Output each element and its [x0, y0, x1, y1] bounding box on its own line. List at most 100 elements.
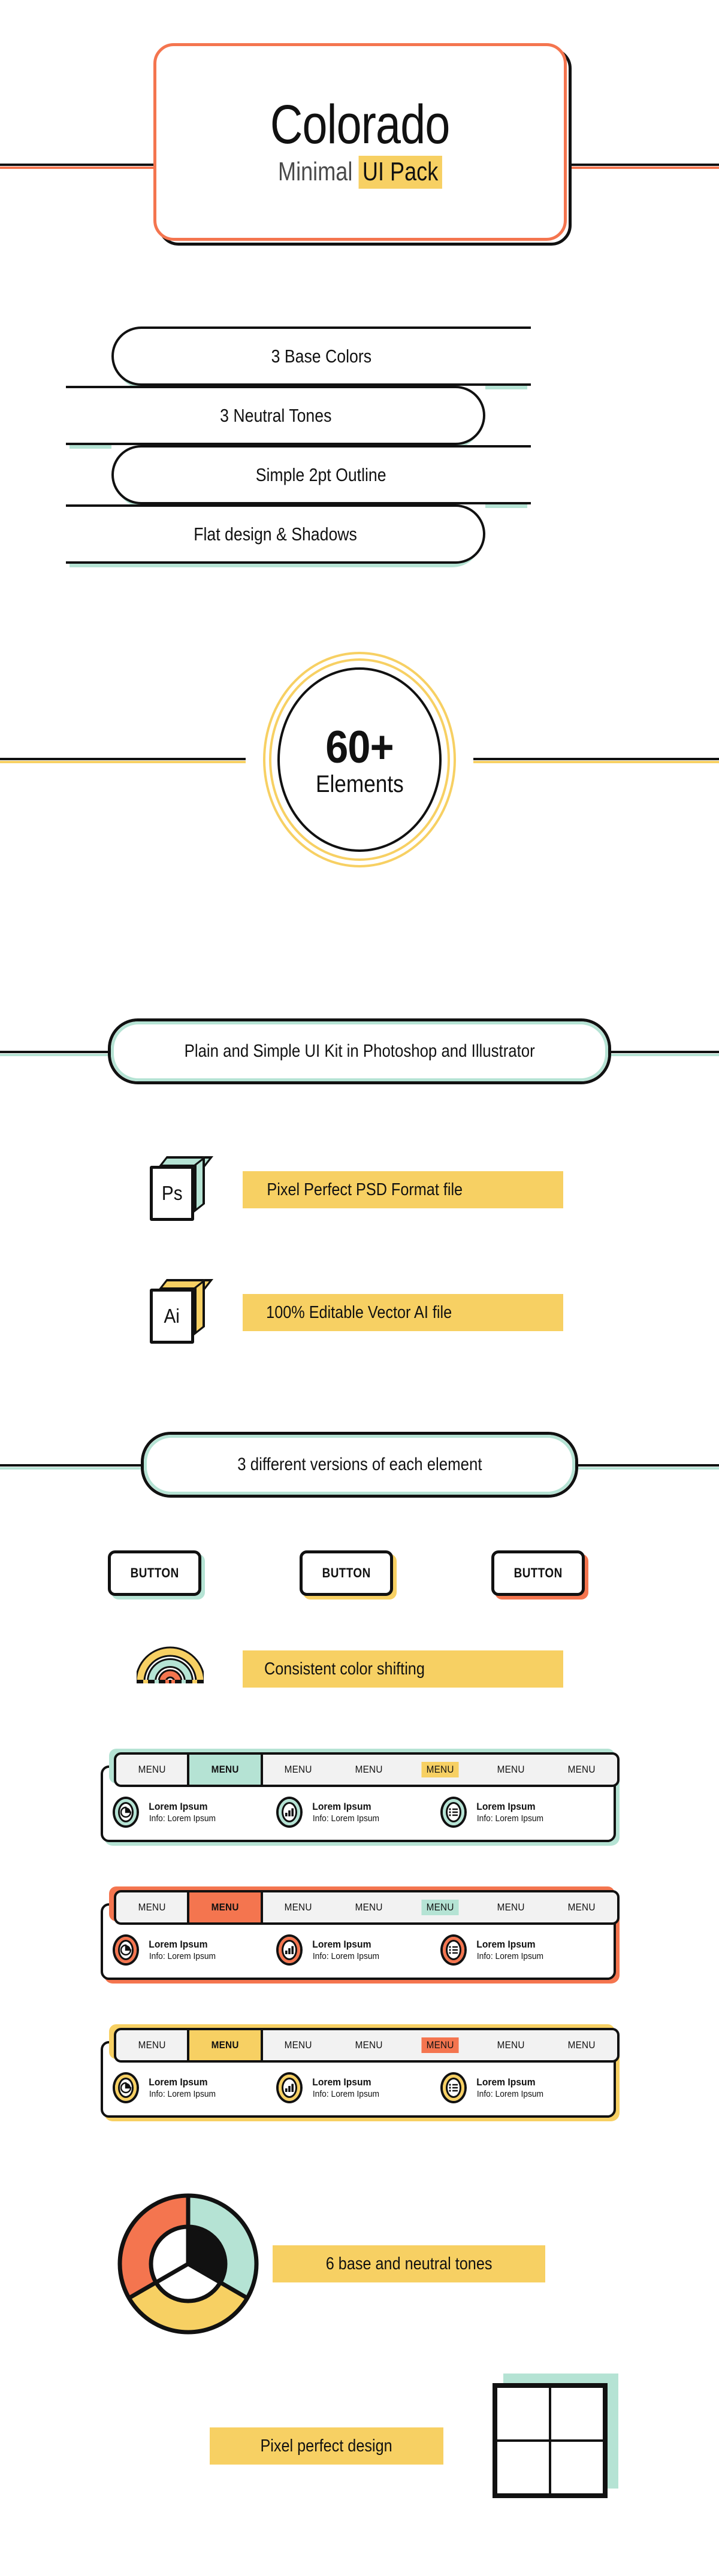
color-shift-label: Consistent color shifting — [243, 1650, 563, 1688]
nav-tab-active[interactable]: MENU — [187, 2030, 263, 2060]
nav-feature-item: Lorem Ipsum Info: Lorem Ipsum — [113, 1797, 276, 1828]
nav-feature-list: Lorem Ipsum Info: Lorem Ipsum Lorem Ipsum… — [113, 1797, 604, 1828]
nav-tab-active[interactable]: MENU — [187, 1755, 263, 1785]
hero-card: Colorado Minimal UI Pack — [153, 43, 572, 246]
tab-bar: MENU MENU MENU MENU MENU MENU MENU — [114, 1752, 620, 1787]
nav-item-title: Lorem Ipsum — [149, 1800, 208, 1812]
nav-feature-item: Lorem Ipsum Info: Lorem Ipsum — [276, 2072, 440, 2103]
kit-rule-right — [605, 1051, 719, 1056]
nav-tab[interactable]: MENU — [116, 2030, 187, 2060]
feature-pill-list: 3 Base Colors 3 Neutral Tones Simple 2pt… — [0, 326, 719, 567]
feature-pill: Simple 2pt Outline — [111, 445, 531, 508]
page-title: Colorado — [270, 94, 450, 156]
nav-tab-highlight[interactable]: MENU — [404, 1892, 475, 1922]
pie-chart-icon — [113, 2072, 139, 2103]
list-icon — [440, 1797, 467, 1828]
hero-subtitle: Minimal UI Pack — [278, 155, 442, 189]
donut-label: 6 base and neutral tones — [273, 2245, 545, 2282]
illustrator-abbr: Ai — [164, 1305, 180, 1327]
navbar-mockup-orange: MENU MENU MENU MENU MENU MENU MENU Lorem… — [101, 1886, 620, 1984]
nav-item-info: Info: Lorem Ipsum — [476, 2088, 543, 2099]
demo-button-orange[interactable]: BUTTON — [491, 1550, 588, 1600]
nav-item-title: Lorem Ipsum — [476, 1800, 536, 1812]
nav-item-info: Info: Lorem Ipsum — [476, 1813, 543, 1824]
navbar-mockup-yellow: MENU MENU MENU MENU MENU MENU MENU Lorem… — [101, 2024, 620, 2121]
illustrator-icon: Ai — [150, 1278, 214, 1344]
nav-item-title: Lorem Ipsum — [476, 1938, 536, 1950]
button-label: BUTTON — [130, 1565, 179, 1580]
tab-bar: MENU MENU MENU MENU MENU MENU MENU — [114, 2028, 620, 2063]
nav-tab[interactable]: MENU — [334, 2030, 404, 2060]
nav-item-title: Lorem Ipsum — [476, 2076, 536, 2088]
nav-tab-highlight[interactable]: MENU — [404, 2030, 475, 2060]
nav-tab[interactable]: MENU — [116, 1892, 187, 1922]
feature-pill-label: Flat design & Shadows — [194, 523, 358, 545]
photoshop-icon: Ps — [150, 1156, 214, 1221]
nav-tab[interactable]: MENU — [546, 2030, 617, 2060]
nav-tab-active[interactable]: MENU — [187, 1892, 263, 1922]
kit-pill: Plain and Simple UI Kit in Photoshop and… — [108, 1018, 611, 1084]
grid-cell — [549, 2440, 605, 2495]
nav-tab[interactable]: MENU — [334, 1755, 404, 1785]
nav-item-info: Info: Lorem Ipsum — [149, 2088, 216, 2099]
grid-cell — [496, 2386, 551, 2441]
feature-pill: 3 Neutral Tones — [66, 386, 485, 449]
psd-format-label: Pixel Perfect PSD Format file — [243, 1171, 563, 1208]
nav-feature-list: Lorem Ipsum Info: Lorem Ipsum Lorem Ipsum… — [113, 2072, 604, 2103]
rainbow-icon — [135, 1644, 206, 1683]
pixel-grid — [493, 2383, 608, 2498]
nav-feature-item: Lorem Ipsum Info: Lorem Ipsum — [113, 1934, 276, 1966]
nav-tab[interactable]: MENU — [116, 1755, 187, 1785]
nav-tab[interactable]: MENU — [263, 1755, 334, 1785]
pie-chart-icon — [113, 1797, 139, 1828]
feature-pill-label: Simple 2pt Outline — [256, 464, 386, 485]
nav-item-info: Info: Lorem Ipsum — [313, 2088, 380, 2099]
nav-tab[interactable]: MENU — [263, 2030, 334, 2060]
feature-pill: Flat design & Shadows — [66, 504, 485, 567]
list-icon — [440, 2072, 467, 2103]
nav-feature-item: Lorem Ipsum Info: Lorem Ipsum — [440, 1934, 604, 1966]
nav-tab[interactable]: MENU — [475, 1892, 546, 1922]
feature-pill: 3 Base Colors — [111, 326, 531, 389]
donut-chart — [114, 2190, 262, 2338]
nav-tab[interactable]: MENU — [546, 1755, 617, 1785]
elements-count-badge: 60+ Elements — [263, 652, 456, 867]
badge-rule-left — [0, 758, 246, 763]
nav-item-title: Lorem Ipsum — [312, 1938, 371, 1950]
nav-tab[interactable]: MENU — [263, 1892, 334, 1922]
demo-button-mint[interactable]: BUTTON — [108, 1550, 205, 1600]
nav-tab[interactable]: MENU — [475, 2030, 546, 2060]
list-icon — [440, 1934, 467, 1966]
versions-pill-section: 3 different versions of each element — [0, 1432, 719, 1504]
kit-pill-section: Plain and Simple UI Kit in Photoshop and… — [0, 1018, 719, 1090]
nav-tab[interactable]: MENU — [475, 1755, 546, 1785]
nav-item-info: Info: Lorem Ipsum — [313, 1813, 380, 1824]
bar-chart-icon — [276, 1934, 303, 1966]
versions-pill-label: 3 different versions of each element — [237, 1455, 482, 1474]
nav-tab[interactable]: MENU — [334, 1892, 404, 1922]
pixel-perfect-label: Pixel perfect design — [210, 2427, 443, 2465]
nav-item-info: Info: Lorem Ipsum — [149, 1951, 216, 1961]
hero-subtitle-highlight: UI Pack — [358, 155, 442, 189]
ai-format-label: 100% Editable Vector AI file — [243, 1294, 563, 1331]
nav-feature-item: Lorem Ipsum Info: Lorem Ipsum — [440, 1797, 604, 1828]
grid-cell — [496, 2440, 551, 2495]
photoshop-abbr: Ps — [161, 1182, 183, 1204]
demo-button-yellow[interactable]: BUTTON — [300, 1550, 397, 1600]
hero-card-front: Colorado Minimal UI Pack — [153, 43, 567, 241]
nav-item-info: Info: Lorem Ipsum — [313, 1951, 380, 1961]
hero-rule-left — [0, 164, 162, 169]
ui-pack-showcase: Colorado Minimal UI Pack 3 Base Colors 3… — [0, 0, 719, 2576]
nav-feature-list: Lorem Ipsum Info: Lorem Ipsum Lorem Ipsum… — [113, 1934, 604, 1966]
hero-rule-right — [557, 164, 719, 169]
bar-chart-icon — [276, 2072, 303, 2103]
pie-chart-icon — [113, 1934, 139, 1966]
nav-item-info: Info: Lorem Ipsum — [476, 1951, 543, 1961]
versions-rule-right — [569, 1464, 719, 1470]
feature-pill-label: 3 Neutral Tones — [219, 404, 332, 426]
nav-item-title: Lorem Ipsum — [312, 1800, 371, 1812]
versions-rule-left — [0, 1464, 150, 1470]
nav-tab-highlight[interactable]: MENU — [404, 1755, 475, 1785]
badge-label: Elements — [315, 771, 404, 797]
nav-tab[interactable]: MENU — [546, 1892, 617, 1922]
